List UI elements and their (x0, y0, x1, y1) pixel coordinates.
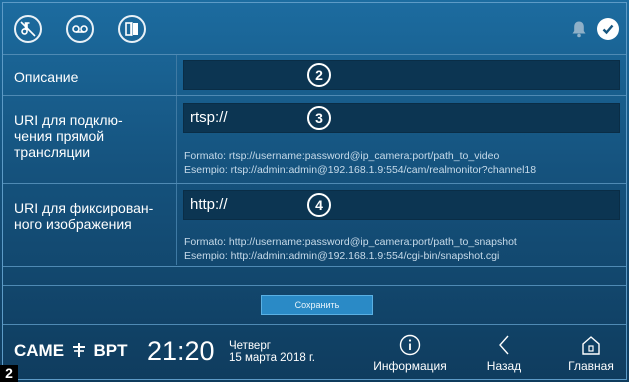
divider (3, 54, 626, 55)
info-icon (399, 334, 421, 356)
snapshot-uri-example-hint: Esempio: http://admin:admin@192.168.1.9:… (184, 250, 500, 262)
home-icon (582, 336, 600, 355)
top-bar (0, 0, 629, 54)
nav-back-label: Назад (486, 359, 522, 373)
callout-marker-4: 4 (307, 193, 331, 217)
brand-logo: CAME BPT (14, 341, 128, 361)
mute-ringtone-icon[interactable] (14, 15, 42, 43)
full-date: 15 марта 2018 г. (229, 352, 315, 364)
callout-marker-2: 2 (307, 63, 331, 87)
door-status-icon[interactable] (118, 15, 146, 43)
divider (3, 95, 626, 96)
nav-info-label: Информация (373, 359, 447, 373)
answering-machine-icon[interactable] (66, 15, 94, 43)
snapshot-uri-field[interactable]: http:// (183, 190, 620, 220)
stream-uri-example-hint: Esempio: rtsp://admin:admin@192.168.1.9:… (184, 164, 537, 176)
brand-came: CAME (14, 341, 65, 360)
snapshot-uri-format-hint: Formato: http://username:password@ip_cam… (184, 236, 517, 248)
divider (3, 266, 626, 267)
description-field[interactable] (183, 60, 620, 90)
brand-bpt: BPT (93, 341, 128, 360)
clock-date: Четверг 15 марта 2018 г. (229, 340, 315, 364)
callout-marker-3: 3 (307, 106, 331, 130)
check-icon[interactable] (597, 18, 619, 40)
column-divider (176, 55, 177, 265)
nav-home-label: Главная (568, 359, 614, 373)
divider (3, 285, 626, 286)
intercom-screen: Описание 2 URI для подклю- чения прямой … (0, 0, 629, 382)
stream-uri-label: URI для подклю- чения прямой трансляции (14, 112, 123, 160)
nav-home-button[interactable]: Главная (559, 334, 623, 373)
description-label: Описание (14, 69, 79, 85)
clock-time: 21:20 (147, 336, 215, 366)
save-button[interactable]: Сохранить (261, 295, 373, 315)
brand-separator-icon (72, 343, 85, 357)
stream-uri-format-hint: Formato: rtsp://username:password@ip_cam… (184, 150, 500, 162)
nav-info-button[interactable]: Информация (372, 334, 448, 373)
figure-number: 2 (0, 365, 18, 382)
nav-back-button[interactable]: Назад (478, 334, 530, 373)
stream-uri-field[interactable]: rtsp:// (183, 103, 620, 133)
weekday: Четверг (229, 340, 271, 352)
divider (3, 183, 626, 184)
snapshot-uri-label: URI для фиксирован- ного изображения (14, 200, 154, 232)
chevron-left-icon (499, 335, 509, 355)
bell-icon[interactable] (571, 20, 587, 38)
